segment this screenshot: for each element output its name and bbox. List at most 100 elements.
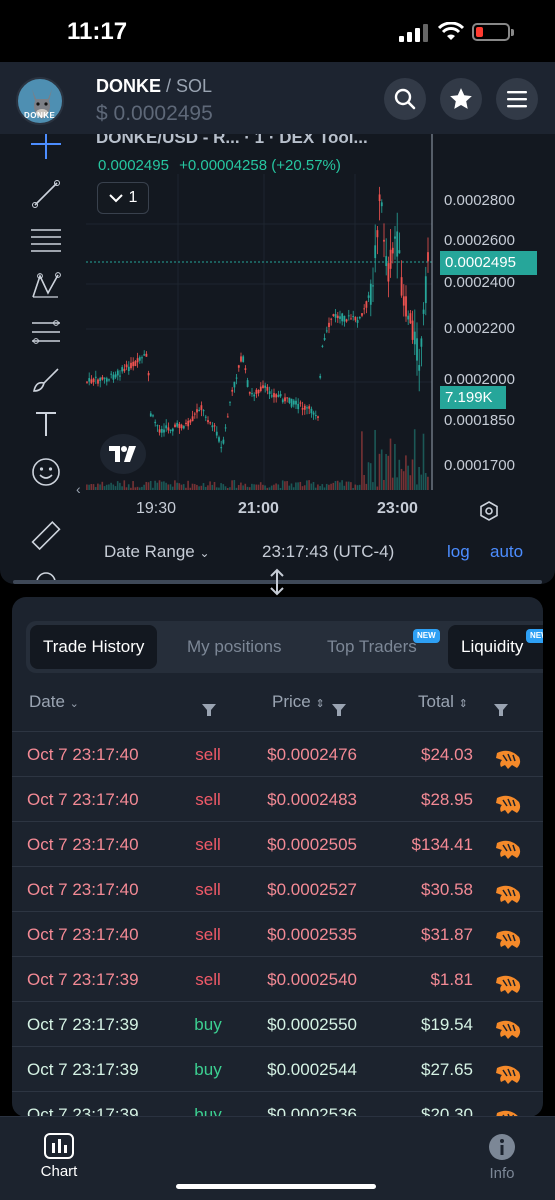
volume-bar <box>167 484 170 490</box>
volume-bar <box>323 487 326 490</box>
volume-bar <box>389 438 392 490</box>
volume-bar <box>369 463 372 490</box>
volume-bar <box>147 482 150 490</box>
volume-bar <box>134 487 137 490</box>
search-button[interactable] <box>384 78 426 120</box>
tradingview-logo[interactable] <box>100 434 146 474</box>
table-row[interactable]: Oct 7 23:17:40 sell $0.0002505 $134.41 <box>12 821 543 866</box>
trade-total: $20.30 <box>421 1105 473 1117</box>
candle-body <box>306 407 308 409</box>
volume-bar <box>163 481 165 490</box>
table-row[interactable]: Oct 7 23:17:39 buy $0.0002550 $19.54 <box>12 1001 543 1046</box>
trade-total: $19.54 <box>421 1015 473 1034</box>
candle-body <box>149 413 152 417</box>
vertical-resize-icon <box>270 568 284 596</box>
signal-icon <box>399 24 428 42</box>
token-avatar[interactable]: DONKE <box>16 77 64 125</box>
volume-bar <box>374 429 376 490</box>
candle-body <box>409 313 412 324</box>
volume-bar <box>367 462 370 490</box>
volume-bar <box>273 484 275 490</box>
trade-total: $30.58 <box>421 880 473 899</box>
volume-bar <box>119 482 121 490</box>
candle-body <box>220 447 223 449</box>
volume-bar <box>301 486 304 490</box>
favorite-button[interactable] <box>440 78 482 120</box>
candle-body <box>321 345 324 347</box>
volume-bar <box>231 480 233 490</box>
candle-body <box>330 318 333 320</box>
filter-price-button[interactable] <box>332 694 346 728</box>
sort-icon: ⇕ <box>458 698 468 710</box>
volume-bar <box>336 480 339 490</box>
volume-bar <box>319 486 321 490</box>
candle-body <box>163 429 165 433</box>
volume-bar <box>347 481 350 490</box>
pair-quote: / SOL <box>166 76 213 96</box>
trade-date: Oct 7 23:17:39 <box>27 1105 139 1117</box>
volume-bar <box>226 487 229 490</box>
candle-body <box>411 320 414 340</box>
menu-button[interactable] <box>496 78 538 120</box>
table-row[interactable]: Oct 7 23:17:40 sell $0.0002476 $24.03 <box>12 731 543 776</box>
volume-bar <box>215 487 218 490</box>
candle-body <box>237 365 240 368</box>
candle-body <box>273 393 275 398</box>
candle-body <box>376 230 379 238</box>
chart-settings-button[interactable] <box>478 500 500 527</box>
candle-body <box>136 358 139 363</box>
interval-selector[interactable]: 1 <box>97 182 149 214</box>
volume-bar <box>270 485 273 490</box>
volume-bar <box>297 482 299 490</box>
volume-bar <box>257 484 260 490</box>
table-row[interactable]: Oct 7 23:17:40 sell $0.0002483 $28.95 <box>12 776 543 821</box>
candle-body <box>86 381 88 383</box>
volume-bar <box>209 481 211 490</box>
trade-price: $0.0002535 <box>267 925 357 944</box>
token-header: DONKE DONKE / SOL $ 0.0002495 <box>0 62 555 134</box>
shrimp-icon[interactable] <box>494 1103 522 1117</box>
filter-side-button[interactable] <box>202 694 216 728</box>
tab-my-positions[interactable]: My positions <box>174 625 294 669</box>
candle-body <box>134 361 137 366</box>
chart-change-pct: (+20.57%) <box>271 157 341 174</box>
candle-body <box>277 394 280 397</box>
col-total[interactable]: Total ⇕ <box>418 685 468 721</box>
candle-body <box>352 316 355 318</box>
volume-bar <box>182 484 185 490</box>
candle-body <box>167 427 170 431</box>
candle-body <box>343 315 346 322</box>
filter-total-button[interactable] <box>494 694 508 728</box>
candle-body <box>319 375 322 378</box>
volume-bar <box>103 486 106 490</box>
volume-bar <box>213 481 216 490</box>
table-row[interactable]: Oct 7 23:17:40 sell $0.0002535 $31.87 <box>12 911 543 956</box>
auto-scale-toggle[interactable]: auto <box>490 542 523 562</box>
nav-info[interactable]: Info <box>462 1133 542 1182</box>
volume-bar <box>202 483 205 490</box>
x-tick: 21:00 <box>238 500 279 517</box>
volume-bar <box>160 481 163 490</box>
volume-bar <box>328 484 330 490</box>
col-price[interactable]: Price ⇕ <box>272 685 325 721</box>
volume-bar <box>101 481 104 490</box>
table-row[interactable]: Oct 7 23:17:39 buy $0.0002536 $20.30 <box>12 1091 543 1117</box>
candle-body <box>90 379 93 384</box>
trade-price: $0.0002550 <box>267 1015 357 1034</box>
candle-body <box>119 375 121 377</box>
nav-chart[interactable]: Chart <box>19 1133 99 1180</box>
trade-price: $0.0002505 <box>267 835 357 854</box>
candle-body <box>125 364 128 368</box>
trade-total: $1.81 <box>430 970 473 989</box>
volume-bar <box>385 454 387 490</box>
table-row[interactable]: Oct 7 23:17:39 sell $0.0002540 $1.81 <box>12 956 543 1001</box>
interval-value: 1 <box>128 189 138 206</box>
log-scale-toggle[interactable]: log <box>447 542 470 562</box>
col-date[interactable]: Date ⌄ <box>29 685 79 721</box>
candle-body <box>218 437 220 442</box>
table-row[interactable]: Oct 7 23:17:40 sell $0.0002527 $30.58 <box>12 866 543 911</box>
volume-bar <box>176 482 178 490</box>
tab-trade-history[interactable]: Trade History <box>30 625 158 669</box>
date-range-selector[interactable]: Date Range ⌄ <box>104 542 210 562</box>
table-row[interactable]: Oct 7 23:17:39 buy $0.0002544 $27.65 <box>12 1046 543 1091</box>
